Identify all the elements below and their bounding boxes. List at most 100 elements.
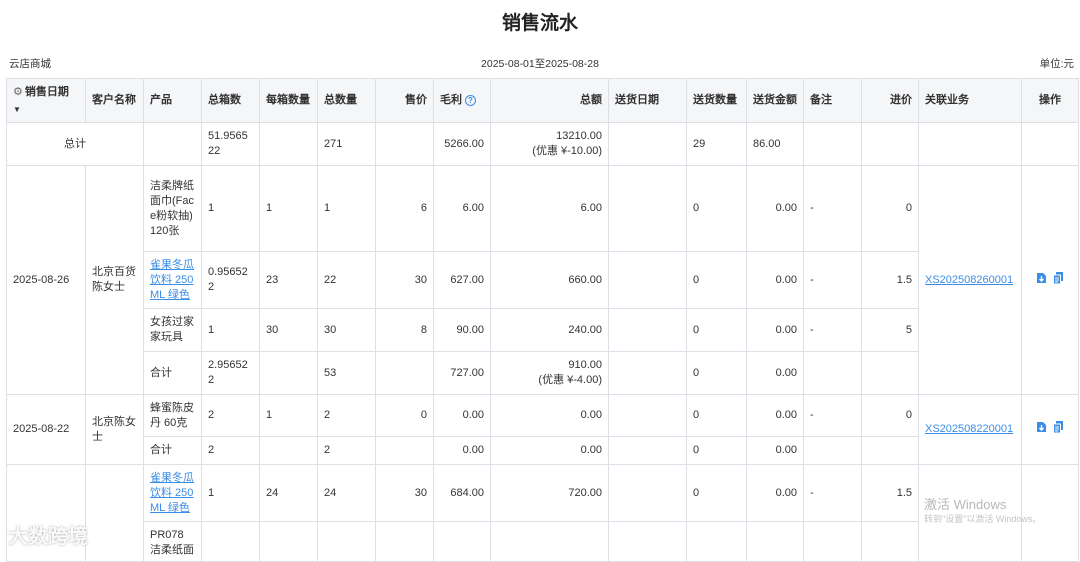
per-box: 23 [259, 251, 318, 309]
windows-activation-watermark: 激活 Windows [924, 497, 1007, 512]
qty: 2 [317, 394, 376, 437]
copy-icon[interactable] [1052, 271, 1065, 285]
customer-name: 北京百货陈女士 [85, 165, 144, 395]
ship-date [608, 165, 687, 252]
subtotal-ship-amount: 0.00 [746, 436, 804, 465]
cell-empty [608, 351, 687, 395]
subtotal-ship-qty: 0 [686, 351, 747, 395]
price: 0 [375, 394, 434, 437]
ship-date [608, 308, 687, 352]
table-row: 女孩过家家玩具 1 30 30 8 90.00 240.00 0 0.00 - … [7, 308, 1079, 352]
col-profit-label: 毛利 [440, 94, 462, 106]
subtotal-qty: 53 [317, 351, 376, 395]
product-link[interactable]: 雀果冬瓜饮料 250ML 绿色 [150, 472, 194, 514]
sort-caret-icon[interactable]: ▼ [13, 102, 79, 117]
per-box: 30 [259, 308, 318, 352]
ship-amount: 0.00 [746, 308, 804, 352]
page-title: 销售流水 [501, 13, 578, 34]
col-qty: 总数量 [317, 78, 376, 123]
ship-qty: 0 [686, 464, 747, 522]
ship-date [608, 464, 687, 522]
gear-icon[interactable]: ⚙ [13, 86, 23, 98]
table-row: 雀果冬瓜饮料 250ML 绿色 0.956522 23 22 30 627.00… [7, 251, 1079, 309]
copy-icon[interactable] [1052, 420, 1065, 434]
boxes: 2 [201, 394, 260, 437]
related-order: XS202508260001 [918, 165, 1022, 395]
product-name: 蜂蜜陈皮丹 60克 [143, 394, 202, 437]
ship-qty: 0 [686, 394, 747, 437]
col-boxes: 总箱数 [201, 78, 260, 123]
subtotal-amount: 0.00 [490, 436, 609, 465]
cell-empty [861, 436, 919, 465]
cell-empty [259, 122, 318, 166]
remark: - [803, 308, 862, 352]
related-order-link[interactable]: XS202508260001 [925, 274, 1013, 286]
col-cost: 进价 [861, 78, 919, 123]
cell-empty [861, 351, 919, 395]
cell-empty [375, 122, 434, 166]
subtotal-amount-note: (优惠 ¥-4.00) [538, 374, 602, 386]
subtotal-ship-qty: 0 [686, 436, 747, 465]
profit: 684.00 [433, 464, 491, 522]
ship-qty: 0 [686, 251, 747, 309]
subtotal-row: 合计 2.956522 53 727.00 910.00 (优惠 ¥-4.00) … [7, 351, 1079, 395]
total-amount-value: 13210.00 [556, 130, 602, 142]
subtotal-boxes: 2.956522 [201, 351, 260, 395]
cell-empty [608, 122, 687, 166]
ship-amount: 0.00 [746, 394, 804, 437]
cell-empty [861, 521, 919, 562]
per-box: 1 [259, 394, 318, 437]
profit: 90.00 [433, 308, 491, 352]
boxes: 0.956522 [201, 251, 260, 309]
ship-amount: 0.00 [746, 464, 804, 522]
ship-qty: 0 [686, 165, 747, 252]
remark: - [803, 394, 862, 437]
cost: 0 [861, 394, 919, 437]
cell-empty [803, 122, 862, 166]
related-order: XS202508220001 [918, 394, 1022, 465]
cell-empty [861, 122, 919, 166]
price: 8 [375, 308, 434, 352]
total-ship-amount: 86.00 [746, 122, 804, 166]
remark: - [803, 165, 862, 252]
cell-empty [433, 521, 491, 562]
cell-empty [375, 351, 434, 395]
cell-empty [375, 521, 434, 562]
cell-empty [608, 436, 687, 465]
export-icon[interactable] [1035, 271, 1048, 285]
related-order-link[interactable]: XS202508220001 [925, 423, 1013, 435]
col-customer: 客户名称 [85, 78, 144, 123]
profit: 627.00 [433, 251, 491, 309]
total-row: 总计 51.956522 271 5266.00 13210.00 (优惠 ¥-1… [6, 122, 1079, 166]
profit: 0.00 [433, 394, 491, 437]
ship-amount: 0.00 [746, 251, 804, 309]
cost: 0 [861, 165, 919, 252]
subtotal-ship-amount: 0.00 [746, 351, 804, 395]
col-price: 售价 [375, 78, 434, 123]
qty: 24 [317, 464, 376, 522]
export-icon[interactable] [1035, 420, 1048, 434]
cell-empty [803, 351, 862, 395]
product-cell: 雀果冬瓜饮料 250ML 绿色 [143, 464, 202, 522]
col-product: 产品 [143, 78, 202, 123]
amount: 0.00 [490, 394, 609, 437]
table-row: 2025-08-22 北京陈女士 蜂蜜陈皮丹 60克 2 1 2 0 0.00 … [6, 394, 1079, 465]
cell-empty [490, 521, 609, 562]
product-name: PR078 洁柔纸面 [143, 521, 202, 562]
subtotal-boxes: 2 [201, 436, 260, 465]
subtotal-qty: 2 [317, 436, 376, 465]
col-remark: 备注 [803, 78, 862, 123]
cell-empty [686, 521, 747, 562]
help-icon[interactable]: ? [465, 94, 476, 106]
col-date-label: 销售日期 [24, 85, 69, 98]
header-row: ⚙ 销售日期 ▼ 客户名称 产品 总箱数 每箱数量 总数量 售价 毛利? 总额 送货… [6, 78, 1079, 123]
amount: 6.00 [490, 165, 609, 252]
product-link[interactable]: 雀果冬瓜饮料 250ML 绿色 [150, 259, 194, 301]
unit-label: 单位:元 [1039, 58, 1074, 70]
col-ship-amount: 送货金额 [746, 78, 804, 123]
remark: - [803, 251, 862, 309]
sales-table: ⚙ 销售日期 ▼ 客户名称 产品 总箱数 每箱数量 总数量 售价 毛利? 总额 送货… [6, 78, 1079, 562]
subtotal-row: 合计 2 2 0.00 0.00 0 0.00 [7, 436, 1079, 465]
cell-empty [259, 436, 318, 465]
col-date[interactable]: ⚙ 销售日期 ▼ [6, 78, 86, 123]
